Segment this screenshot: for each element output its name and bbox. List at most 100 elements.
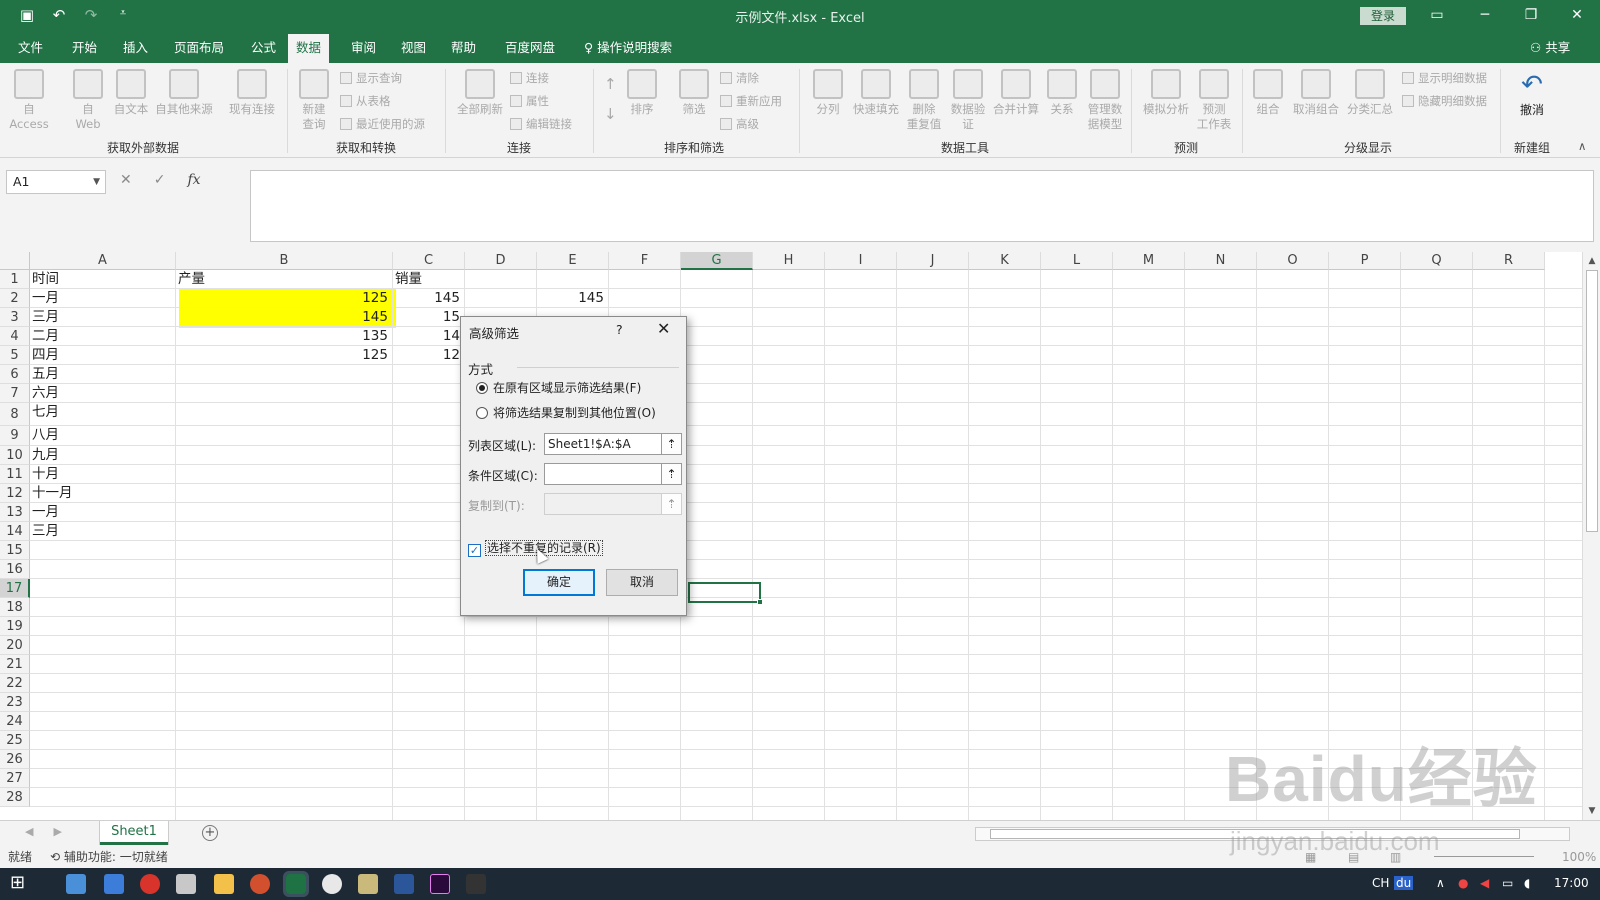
radio-filter-in-place[interactable]: 在原有区域显示筛选结果(F) — [476, 379, 641, 396]
name-box[interactable]: A1 ▼ — [6, 170, 106, 194]
zoom-slider[interactable] — [1434, 856, 1534, 857]
row-header-21[interactable]: 21 — [0, 655, 30, 674]
row-header-1[interactable]: 1 — [0, 270, 30, 289]
cell-a5[interactable]: 四月 — [32, 346, 174, 365]
column-header-h[interactable]: H — [753, 252, 825, 270]
cell-a6[interactable]: 五月 — [32, 365, 174, 384]
clock[interactable]: 17:00 — [1554, 876, 1589, 890]
cell-a2[interactable]: 一月 — [32, 289, 174, 308]
row-header-4[interactable]: 4 — [0, 327, 30, 346]
column-header-m[interactable]: M — [1113, 252, 1185, 270]
taskbar-app-icon[interactable] — [466, 874, 486, 894]
restore-icon[interactable]: ❐ — [1508, 0, 1554, 32]
cell-a9[interactable]: 八月 — [32, 426, 174, 446]
login-button[interactable]: 登录 — [1360, 7, 1406, 25]
undo-button[interactable]: ↶ 撤消 — [1510, 69, 1554, 118]
from-table-button[interactable]: 从表格 — [340, 93, 391, 109]
cell-b5[interactable]: 125 — [178, 346, 391, 365]
filter-button[interactable]: 筛选 — [676, 69, 712, 117]
column-header-e[interactable]: E — [537, 252, 609, 270]
row-header-28[interactable]: 28 — [0, 788, 30, 807]
subtotal-button[interactable]: 分类汇总 — [1344, 69, 1396, 117]
show-queries-button[interactable]: 显示查询 — [340, 70, 402, 86]
tab-insert[interactable]: 插入 — [115, 32, 156, 63]
what-if-analysis-button[interactable]: 模拟分析 — [1140, 69, 1192, 117]
active-cell-selection[interactable] — [688, 582, 763, 605]
row-header-12[interactable]: 12 — [0, 484, 30, 503]
tray-app-icon[interactable]: ● — [1458, 876, 1468, 890]
row-header-26[interactable]: 26 — [0, 750, 30, 769]
fill-handle[interactable] — [757, 599, 763, 605]
text-to-columns-button[interactable]: 分列 — [810, 69, 846, 117]
cell-b3[interactable]: 145 — [178, 308, 391, 327]
column-header-r[interactable]: R — [1473, 252, 1545, 270]
tab-view[interactable]: 视图 — [393, 32, 434, 63]
sort-button[interactable]: 排序 — [624, 69, 660, 117]
row-header-23[interactable]: 23 — [0, 693, 30, 712]
tab-formulas[interactable]: 公式 — [243, 32, 284, 63]
column-header-g[interactable]: G — [681, 252, 753, 270]
taskbar-app-icon[interactable] — [66, 874, 86, 894]
existing-connections-button[interactable]: 现有连接 — [226, 69, 278, 117]
column-header-i[interactable]: I — [825, 252, 897, 270]
row-header-20[interactable]: 20 — [0, 636, 30, 655]
volume-icon[interactable]: ◖ — [1524, 876, 1530, 890]
cell-e2[interactable]: 145 — [539, 289, 607, 308]
next-sheet-icon[interactable]: ▶ — [53, 825, 61, 838]
cell-a14[interactable]: 三月 — [32, 522, 174, 541]
cell-b4[interactable]: 135 — [178, 327, 391, 346]
row-header-15[interactable]: 15 — [0, 541, 30, 560]
vertical-scroll-thumb[interactable] — [1586, 270, 1598, 532]
row-header-6[interactable]: 6 — [0, 365, 30, 384]
cancel-entry-icon[interactable]: ✕ — [120, 172, 132, 188]
cell-c4[interactable]: 14 — [395, 327, 463, 346]
cell-c3[interactable]: 15 — [395, 308, 463, 327]
cell-c2[interactable]: 145 — [395, 289, 463, 308]
row-header-27[interactable]: 27 — [0, 769, 30, 788]
close-icon[interactable]: ✕ — [657, 319, 670, 338]
ime-indicator[interactable]: CH — [1372, 876, 1389, 890]
relationships-button[interactable]: 关系 — [1046, 69, 1078, 117]
cell-a7[interactable]: 六月 — [32, 384, 174, 403]
from-access-button[interactable]: 自 Access — [8, 69, 50, 132]
tab-baidu-netdisk[interactable]: 百度网盘 — [497, 32, 563, 63]
sort-descending-icon[interactable]: ↓ — [604, 105, 617, 123]
ribbon-display-icon[interactable]: ▭ — [1414, 0, 1460, 32]
refresh-all-button[interactable]: 全部刷新 — [454, 69, 506, 117]
windows-start-icon[interactable]: ⊞ — [10, 872, 25, 893]
new-query-button[interactable]: 新建 查询 — [296, 69, 332, 132]
cell-a10[interactable]: 九月 — [32, 446, 174, 465]
row-header-13[interactable]: 13 — [0, 503, 30, 522]
properties-button[interactable]: 属性 — [510, 93, 549, 109]
row-header-22[interactable]: 22 — [0, 674, 30, 693]
cell-a4[interactable]: 二月 — [32, 327, 174, 346]
row-header-3[interactable]: 3 — [0, 308, 30, 327]
tab-data[interactable]: 数据 — [288, 34, 330, 63]
criteria-range-collapse-icon[interactable]: ⇡ — [661, 463, 682, 485]
row-header-25[interactable]: 25 — [0, 731, 30, 750]
hide-detail-button[interactable]: 隐藏明细数据 — [1402, 93, 1487, 109]
sort-ascending-icon[interactable]: ↑ — [604, 75, 617, 93]
row-header-2[interactable]: 2 — [0, 289, 30, 308]
row-header-17[interactable]: 17 — [0, 579, 30, 598]
row-header-14[interactable]: 14 — [0, 522, 30, 541]
network-icon[interactable]: ▭ — [1502, 876, 1513, 890]
baidu-ime-icon[interactable]: du — [1394, 876, 1414, 890]
word-icon[interactable] — [394, 874, 414, 894]
cancel-button[interactable]: 取消 — [606, 569, 678, 596]
from-text-button[interactable]: 自文本 — [111, 69, 151, 117]
criteria-range-input[interactable] — [544, 463, 662, 485]
formula-input[interactable] — [250, 170, 1594, 242]
taskbar-app-icon[interactable] — [140, 874, 160, 894]
row-header-8[interactable]: 8 — [0, 403, 30, 426]
column-header-q[interactable]: Q — [1401, 252, 1473, 270]
row-header-9[interactable]: 9 — [0, 426, 30, 446]
column-header-b[interactable]: B — [176, 252, 393, 270]
premiere-icon[interactable] — [430, 874, 450, 894]
edit-links-button[interactable]: 编辑链接 — [510, 116, 572, 132]
excel-icon[interactable] — [283, 871, 309, 897]
insert-function-icon[interactable]: fx — [187, 172, 200, 188]
flash-fill-button[interactable]: 快速填充 — [850, 69, 902, 117]
cell-a13[interactable]: 一月 — [32, 503, 174, 522]
chevron-down-icon[interactable]: ▼ — [93, 171, 100, 193]
